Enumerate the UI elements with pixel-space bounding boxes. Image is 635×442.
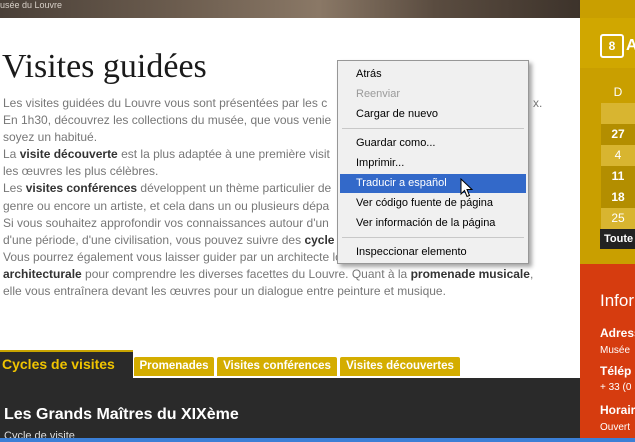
text-run: les œuvres les plus célèbres. — [3, 164, 159, 179]
calendar-grid: D 27 4 11 18 25 — [601, 80, 635, 229]
context-menu: Atrás Reenviar Cargar de nuevo Guardar c… — [337, 60, 529, 264]
toute-button[interactable]: Toute — [600, 229, 635, 249]
intro-line: architecturale pour comprendre les diver… — [3, 266, 563, 283]
bold-term: promenade musicale — [410, 266, 530, 281]
calendar-icon: 8 — [600, 34, 624, 58]
info-title: Infor — [600, 291, 635, 310]
tab-cycles-de-visites[interactable]: Cycles de visites — [0, 350, 133, 378]
menu-separator — [342, 128, 524, 129]
menu-separator — [342, 237, 524, 238]
hours-value: Ouvert — [600, 422, 631, 433]
menu-item-guardar-como[interactable]: Guardar como... — [340, 134, 526, 153]
calendar-day — [601, 103, 635, 124]
text-run: En 1h30, découvrez les collections du mu… — [3, 113, 332, 128]
text-run: développent un thème particulier de — [137, 181, 332, 196]
tab-promenades[interactable]: Promenades — [134, 357, 214, 376]
calendar-day[interactable]: 18 — [601, 187, 635, 208]
calendar-day[interactable]: 25 — [601, 208, 635, 229]
calendar-day[interactable]: 27 — [601, 124, 635, 145]
tab-bar: Cycles de visites Promenades Visites con… — [0, 350, 580, 378]
bold-term: architecturale — [3, 266, 82, 281]
text-run: Les visites guidées du Louvre vous sont … — [3, 96, 328, 110]
bold-term: cycle — [304, 232, 335, 247]
menu-item-imprimir[interactable]: Imprimir... — [340, 154, 526, 173]
menu-item-inspeccionar[interactable]: Inspeccionar elemento — [340, 243, 526, 262]
address-label: Adress — [600, 326, 635, 340]
text-run: elle vous entraînera devant les œuvres p… — [3, 284, 446, 299]
text-run: soyez un habitué. — [3, 130, 98, 145]
hero-caption: usée du Louvre — [0, 0, 63, 10]
text-run: genre ou encore un artiste, et cela dans… — [3, 198, 330, 213]
calendar-day[interactable]: 11 — [601, 166, 635, 187]
taskbar — [0, 438, 635, 442]
text-run: d'une période, d'une civilisation, vous … — [3, 232, 305, 247]
menu-item-reenviar: Reenviar — [356, 88, 401, 100]
calendar-header-letter: A — [626, 37, 635, 54]
text-run: est la plus adaptée à une première visit — [117, 147, 330, 162]
calendar-day[interactable]: 4 — [601, 145, 635, 166]
bold-term: visite découverte — [19, 147, 118, 162]
intro-line: elle vous entraînera devant les œuvres p… — [3, 283, 563, 300]
tab-visites-decouvertes[interactable]: Visites découvertes — [340, 357, 460, 376]
hours-label: Horair — [600, 403, 635, 417]
mouse-pointer-icon — [460, 178, 474, 198]
phone-value: + 33 (0 — [600, 382, 632, 393]
text-run: , — [529, 266, 534, 281]
menu-item-atras[interactable]: Atrás — [340, 65, 526, 84]
tab-visites-conferences[interactable]: Visites conférences — [217, 357, 337, 376]
menu-item-ver-informacion[interactable]: Ver información de la página — [340, 214, 526, 233]
address-value: Musée — [600, 345, 631, 356]
text-run: Les — [3, 181, 26, 196]
menu-item-ver-codigo-fuente[interactable]: Ver código fuente de página — [340, 194, 526, 213]
menu-item-cargar-de-nuevo[interactable]: Cargar de nuevo — [340, 105, 526, 124]
text-run: La — [3, 147, 20, 162]
menu-item-traducir[interactable]: Traducir a español — [340, 174, 526, 193]
text-run: Vous pourrez également vous laisser guid… — [3, 249, 388, 264]
text-run: x. — [533, 96, 543, 110]
text-run: pour comprendre les diverses facettes du… — [81, 266, 411, 281]
text-run: Si vous souhaitez approfondir vos connai… — [3, 215, 329, 230]
phone-label: Télép — [600, 364, 632, 378]
hero-image — [0, 0, 580, 18]
cycle-title[interactable]: Les Grands Maîtres du XIXème — [4, 406, 239, 424]
calendar-day-label: D — [613, 85, 623, 99]
bold-term: visites conférences — [25, 181, 138, 196]
page-title: Visites guidées — [2, 48, 207, 85]
